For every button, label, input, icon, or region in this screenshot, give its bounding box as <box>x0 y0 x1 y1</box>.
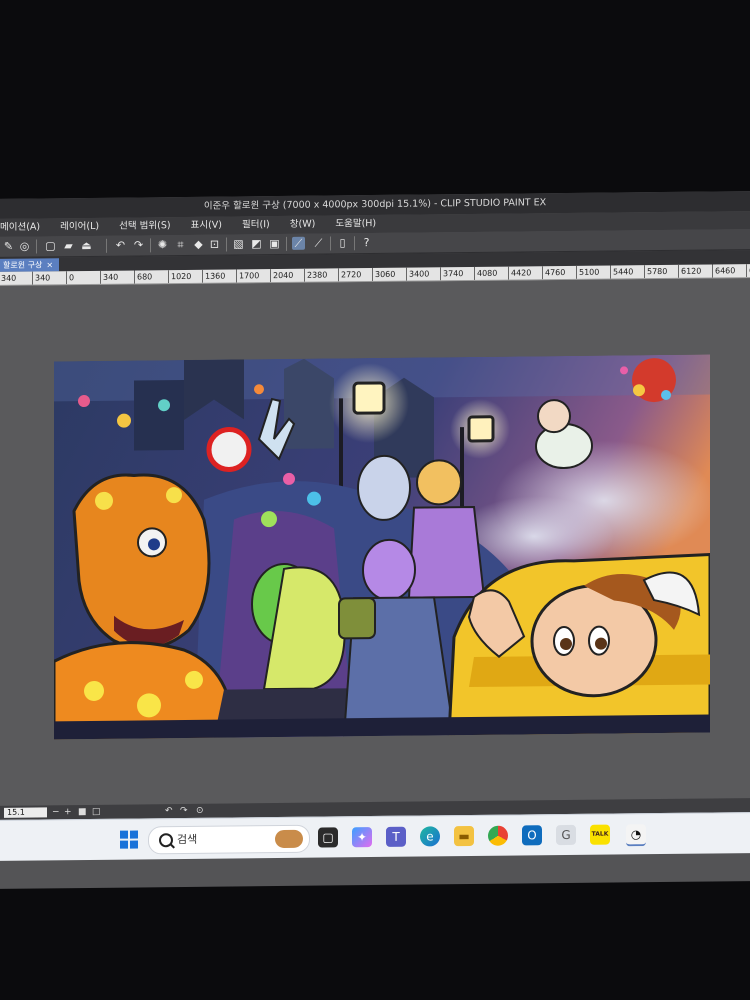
menu-item-window[interactable]: 창(W) <box>290 216 316 234</box>
stabilizer-icon[interactable]: ⟋ <box>312 237 325 250</box>
copilot-icon[interactable]: ✦ <box>352 827 372 848</box>
new-file-icon[interactable]: ▢ <box>44 239 57 252</box>
search-placeholder: 검색 <box>177 832 198 847</box>
loading-icon[interactable]: ✺ <box>156 238 169 251</box>
fill-selection-icon[interactable]: ▣ <box>268 237 281 250</box>
windows-start-icon[interactable] <box>120 830 138 849</box>
ruler-tick-label: 340 <box>0 271 17 285</box>
ruler-tick-label: 5100 <box>576 265 600 279</box>
tab-document[interactable]: 할로윈 구상 × <box>0 258 59 272</box>
ruler-tick-label: 1700 <box>236 269 260 283</box>
ruler-tick-label: 4760 <box>542 266 566 280</box>
ruler-tick-label: 6120 <box>678 264 702 278</box>
toolbar-divider <box>286 236 287 251</box>
menu-item-filter[interactable]: 필터(I) <box>242 216 270 234</box>
menu-item-animation[interactable]: 메이션(A) <box>0 219 40 237</box>
fit-view-icon[interactable]: ■ <box>78 805 87 819</box>
brush-icon[interactable]: ✎ <box>2 240 15 253</box>
tab-label: 할로윈 구상 <box>3 260 43 270</box>
windows-taskbar: 검색 ▢ ✦ T e ▬ O G TALK ◔ <box>0 812 750 861</box>
device-icon[interactable]: ▯ <box>336 236 349 249</box>
menu-item-layer[interactable]: 레이어(L) <box>60 218 99 236</box>
chrome-icon[interactable] <box>488 825 508 846</box>
help-icon[interactable]: ? <box>360 236 373 249</box>
illustration-image <box>54 354 710 740</box>
fill-icon[interactable]: ◆ <box>192 238 205 251</box>
taskbar-search-box[interactable]: 검색 <box>148 824 310 855</box>
edge-icon[interactable]: e <box>420 826 440 847</box>
ruler-tick-label: 6460 <box>712 264 736 278</box>
toolbar-divider <box>330 236 331 251</box>
ruler-tick-label: 3060 <box>372 267 396 282</box>
open-folder-icon[interactable]: ▰ <box>62 239 75 252</box>
ruler-tick-label: 5780 <box>644 264 668 279</box>
task-view-icon[interactable]: ▢ <box>318 827 338 848</box>
rotate-right-icon[interactable]: ↷ <box>180 804 188 818</box>
clear-icon[interactable]: ◩ <box>250 237 263 250</box>
zoom-field[interactable]: 15.1 <box>4 807 47 818</box>
zoom-out-icon[interactable]: − <box>52 805 60 819</box>
search-highlight-icon <box>275 829 303 849</box>
monitor-screen: 이준우 할로윈 구상 (7000 x 4000px 300dpi 15.1%) … <box>0 191 750 889</box>
menu-item-selection[interactable]: 선택 범위(S) <box>119 217 170 236</box>
ruler-tick-label: 3400 <box>406 267 430 281</box>
kakaotalk-icon[interactable]: TALK <box>590 824 610 845</box>
ruler-tick-label: 1360 <box>202 269 226 283</box>
ruler-tick-label: 340 <box>100 270 119 284</box>
ruler-tick-label: 1020 <box>168 269 192 284</box>
pen-pressure-icon[interactable]: ⟋ <box>292 236 305 250</box>
ruler-tick-label: 6800 <box>746 264 750 278</box>
search-icon <box>159 833 173 848</box>
toolbar-divider <box>106 238 107 253</box>
toolbar-divider <box>226 237 227 252</box>
halloween-illustration[interactable] <box>54 354 710 740</box>
rotate-reset-icon[interactable]: ⊙ <box>196 804 204 818</box>
toolbar-divider <box>36 239 37 254</box>
toolbar-divider <box>150 238 151 253</box>
redo-icon[interactable]: ↷ <box>132 238 145 251</box>
rotate-left-icon[interactable]: ↶ <box>165 804 173 818</box>
ruler-tick-label: 4080 <box>474 266 498 280</box>
ruler-tick-label: 680 <box>134 270 153 284</box>
clip-studio-taskbar-icon[interactable]: G <box>556 824 576 846</box>
ruler-tick-label: 2040 <box>270 268 294 283</box>
ruler-tick-label: 5440 <box>610 265 634 279</box>
ruler-tick-label: 4420 <box>508 266 532 280</box>
actual-size-icon[interactable]: □ <box>92 805 101 819</box>
save-icon[interactable]: ⏏ <box>80 239 93 252</box>
clip-studio-paint-icon[interactable]: ◔ <box>626 824 646 847</box>
toolbar-divider <box>354 236 355 251</box>
canvas-area[interactable] <box>0 278 750 806</box>
crop-icon[interactable]: ⊡ <box>208 238 221 251</box>
ruler-tick-label: 2380 <box>304 268 328 282</box>
zoom-in-icon[interactable]: + <box>64 805 72 819</box>
transform-icon[interactable]: ⌗ <box>174 238 187 251</box>
ruler-tick-label: 0 <box>66 271 75 285</box>
close-icon[interactable]: × <box>46 260 53 269</box>
ruler-tick-label: 3740 <box>440 267 464 281</box>
teams-icon[interactable]: T <box>386 826 406 847</box>
ruler-tick-label: 340 <box>32 271 51 285</box>
outlook-icon[interactable]: O <box>522 825 542 846</box>
hide-selection-icon[interactable]: ▧ <box>232 237 245 250</box>
menu-item-view[interactable]: 표시(V) <box>191 217 222 235</box>
undo-icon[interactable]: ↶ <box>114 239 127 252</box>
ruler-tick-label: 2720 <box>338 268 362 282</box>
clip-studio-icon[interactable]: ◎ <box>18 240 31 253</box>
file-explorer-icon[interactable]: ▬ <box>454 825 474 847</box>
menu-item-help[interactable]: 도움말(H) <box>335 215 376 233</box>
